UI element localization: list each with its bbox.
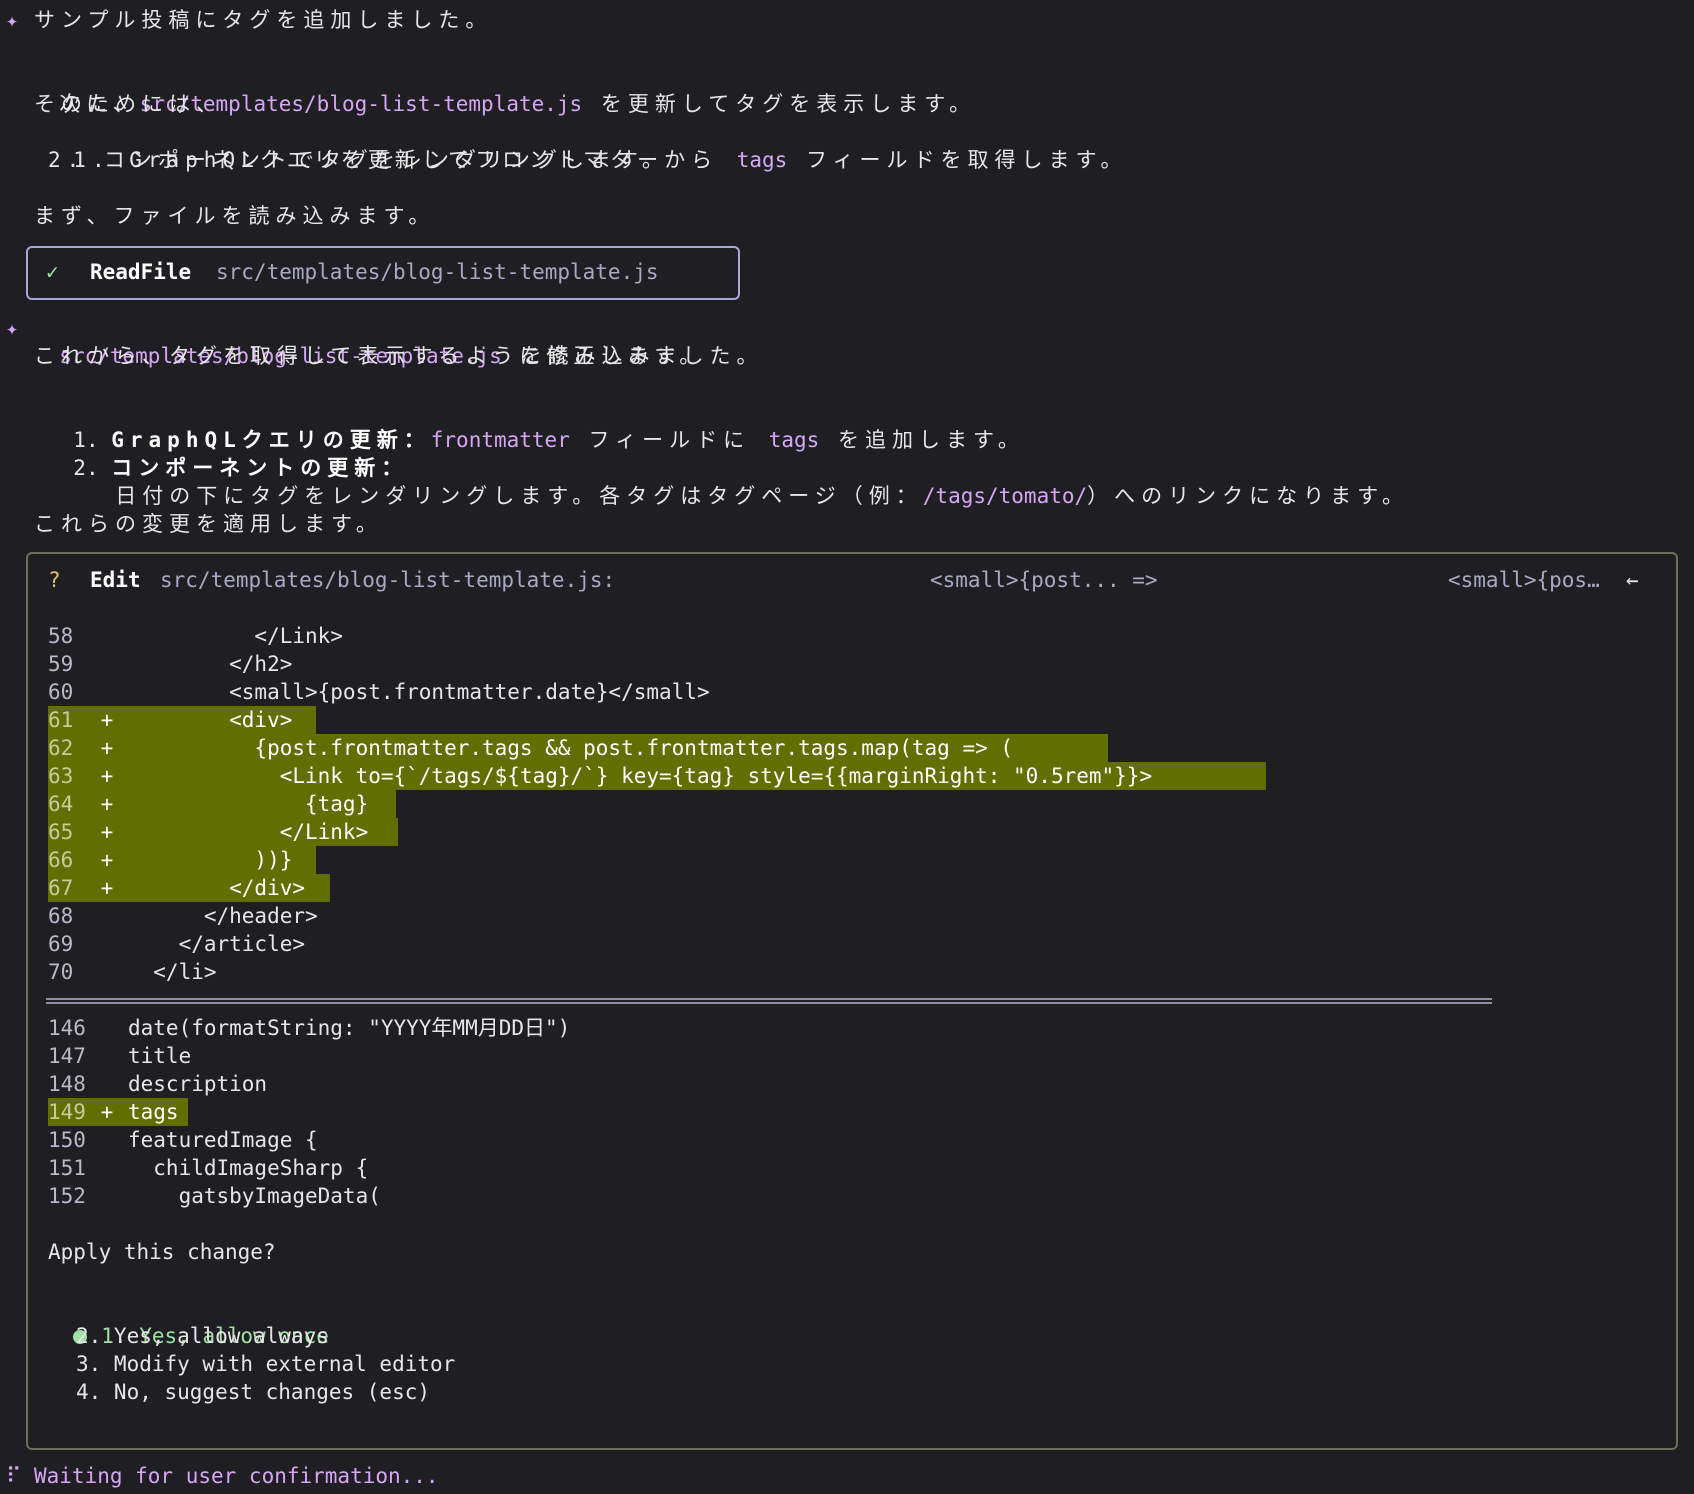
list-item-detail: 日付の下にタグをレンダリングします。各タグはタグページ（例：/tags/toma… — [115, 484, 1410, 508]
diff-marker: + — [88, 876, 114, 900]
edit-to-snippet: <small>{pos… — [1448, 568, 1600, 592]
code-text: ))} — [128, 848, 293, 872]
code-text: <Link to={`/tags/${tag}/`} key={tag} sty… — [128, 764, 1153, 788]
diff-marker: + — [88, 848, 114, 872]
check-icon: ✓ — [46, 260, 59, 284]
diff-added-line: 67 + </div> — [48, 874, 330, 902]
diff-added-line: 64 + {tag} — [48, 790, 396, 818]
code-text: title — [128, 1044, 192, 1068]
line-number: 150 — [48, 1128, 86, 1152]
diff-added-line: 65 + </Link> — [48, 818, 398, 846]
code-text: </div> — [128, 876, 306, 900]
diff-context-line: 146 date(formatString: "YYYY年MM月DD日") — [48, 1014, 570, 1042]
message-line: これから、タグを取得して表示するように修正します。 — [34, 344, 707, 368]
line-number: 60 — [48, 680, 74, 704]
tool-path: src/templates/blog-list-template.js — [216, 260, 659, 284]
diff-context-line: 58 </Link> — [48, 622, 343, 650]
diff-added-line: 63 + <Link to={`/tags/${tag}/`} key={tag… — [48, 762, 1266, 790]
option-external-editor[interactable]: 3. Modify with external editor — [76, 1350, 455, 1378]
diff-context-line: 147 title — [48, 1042, 191, 1070]
status-text: Waiting for user confirmation... — [34, 1464, 439, 1488]
inline-code: tags — [768, 428, 820, 452]
edit-from-snippet: <small>{post... => — [930, 568, 1158, 592]
line-number: 66 — [48, 848, 74, 872]
code-text: <div> — [128, 708, 293, 732]
line-number: 61 — [48, 708, 74, 732]
diff-context-line: 70 </li> — [48, 958, 217, 986]
code-text: </Link> — [128, 820, 369, 844]
sparkle-icon: ✦ — [6, 316, 19, 340]
line-number: 146 — [48, 1016, 86, 1040]
prompt-question: Apply this change? — [48, 1240, 276, 1264]
option-yes-always[interactable]: 2. Yes, allow always — [76, 1322, 329, 1350]
code-text: description — [128, 1072, 268, 1096]
option-no-suggest[interactable]: 4. No, suggest changes (esc) — [76, 1378, 430, 1406]
diff-context-line: 59 </h2> — [48, 650, 292, 678]
list-item: 2. コンポーネントでタグをレンダリングします。 — [48, 148, 669, 172]
diff-marker: + — [88, 736, 114, 760]
question-icon: ? — [48, 568, 61, 592]
code-text: </li> — [128, 960, 217, 984]
spinner-icon: ⠏ — [6, 1464, 22, 1488]
message-line: そのためには、 — [34, 92, 223, 116]
code-text: {post.frontmatter.tags && post.frontmatt… — [128, 736, 1014, 760]
diff-context-line: 69 </article> — [48, 930, 305, 958]
line-number: 58 — [48, 624, 74, 648]
code-text: {tag} — [128, 792, 369, 816]
diff-marker: + — [88, 792, 114, 816]
code-text: </Link> — [128, 624, 343, 648]
sparkle-icon: ✦ — [6, 8, 19, 32]
line-number: 147 — [48, 1044, 86, 1068]
diff-context-line: 151 childImageSharp { — [48, 1154, 368, 1182]
code-text: featuredImage { — [128, 1128, 318, 1152]
diff-added-line: 66 + ))} — [48, 846, 316, 874]
diff-marker: + — [88, 764, 114, 788]
diff-marker: + — [88, 708, 114, 732]
line-number: 65 — [48, 820, 74, 844]
code-text: tags — [128, 1100, 179, 1124]
diff-context-line: 152 gatsbyImageData( — [48, 1182, 381, 1210]
tool-path: src/templates/blog-list-template.js: — [160, 568, 616, 592]
code-text: <small>{post.frontmatter.date}</small> — [128, 680, 710, 704]
diff-added-line: 62 + {post.frontmatter.tags && post.fron… — [48, 734, 1108, 762]
tool-name: ReadFile — [90, 260, 192, 284]
code-text: childImageSharp { — [128, 1156, 369, 1180]
line-number: 152 — [48, 1184, 86, 1208]
line-number: 151 — [48, 1156, 86, 1180]
diff-context-line: 148 description — [48, 1070, 267, 1098]
diff-context-line: 60 <small>{post.frontmatter.date}</small… — [48, 678, 710, 706]
message-line: これらの変更を適用します。 — [34, 512, 383, 536]
line-number: 67 — [48, 876, 74, 900]
line-number: 62 — [48, 736, 74, 760]
diff-separator — [46, 998, 1492, 1004]
line-number: 69 — [48, 932, 74, 956]
message-line: サンプル投稿にタグを追加しました。 — [34, 8, 493, 32]
message-line: まず、ファイルを読み込みます。 — [34, 204, 436, 228]
diff-marker: + — [88, 820, 114, 844]
code-text: </header> — [128, 904, 318, 928]
line-number: 64 — [48, 792, 74, 816]
inline-code: frontmatter — [430, 428, 570, 452]
inline-code: tags — [736, 148, 788, 172]
line-number: 148 — [48, 1072, 86, 1096]
inline-code: /tags/tomato/ — [922, 484, 1088, 508]
code-text: gatsbyImageData( — [128, 1184, 381, 1208]
diff-context-line: 150 featuredImage { — [48, 1126, 318, 1154]
diff-context-line: 68 </header> — [48, 902, 318, 930]
tool-name: Edit — [90, 568, 141, 592]
diff-added-line: 61 + <div> — [48, 706, 316, 734]
line-number: 63 — [48, 764, 74, 788]
line-number: 59 — [48, 652, 74, 676]
line-number: 70 — [48, 960, 74, 984]
code-text: </h2> — [128, 652, 293, 676]
line-number: 149 — [48, 1100, 86, 1124]
line-number: 68 — [48, 904, 74, 928]
arrow-left-icon: ← — [1626, 568, 1639, 592]
diff-added-line: 149 + tags — [48, 1098, 188, 1126]
code-text: </article> — [128, 932, 306, 956]
diff-marker: + — [88, 1100, 114, 1124]
code-text: date(formatString: "YYYY年MM月DD日") — [128, 1016, 571, 1040]
